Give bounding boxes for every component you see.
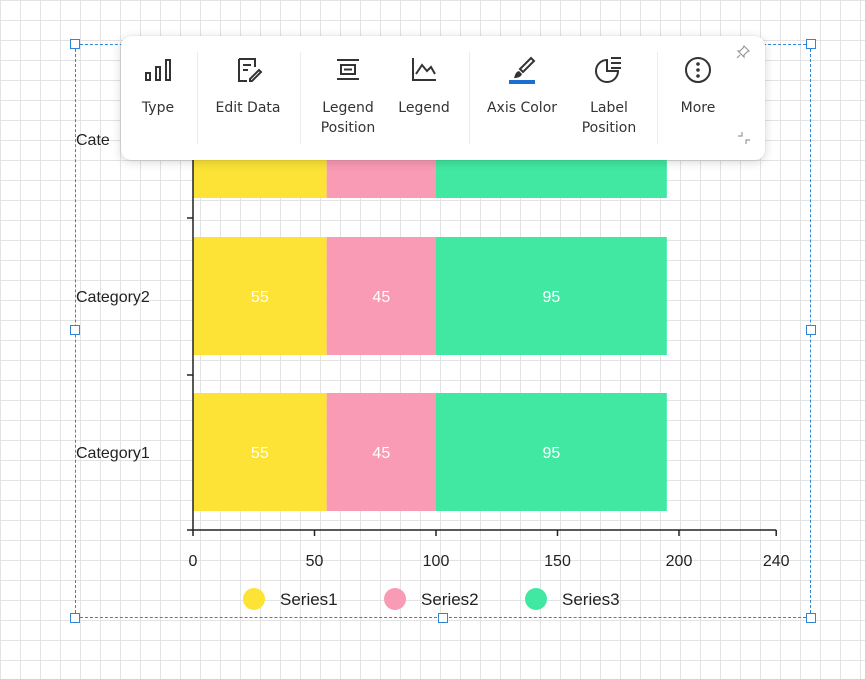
edit-data-icon <box>205 54 291 86</box>
category-label: Cate <box>76 132 110 149</box>
legend-swatch-series1 <box>243 588 265 610</box>
type-label: Type <box>141 100 175 116</box>
toolbar-divider <box>657 52 658 144</box>
bar-chart-icon <box>129 54 187 86</box>
axis-color-button[interactable]: Axis Color <box>477 54 567 118</box>
edit-data-label: Edit Data <box>215 100 281 116</box>
resize-handle-bottom-center[interactable] <box>438 613 448 623</box>
legend-label: Legend <box>398 100 450 116</box>
resize-handle-top-right[interactable] <box>806 39 816 49</box>
legend-position-label-line-2: Position <box>320 120 376 136</box>
legend-swatch-series2 <box>384 588 406 610</box>
data-label: 45 <box>372 289 390 306</box>
more-icon <box>667 54 729 86</box>
toolbar-divider <box>300 52 301 144</box>
value-axis-tick-label: 240 <box>763 553 790 570</box>
label-position-label-line-2: Position <box>581 120 637 136</box>
resize-handle-bottom-left[interactable] <box>70 613 80 623</box>
legend-button[interactable]: Legend <box>389 54 459 118</box>
legend-position-icon <box>309 54 387 86</box>
pin-icon[interactable] <box>735 44 751 65</box>
legend-label-series3: Series3 <box>562 590 620 609</box>
resize-handle-bottom-right[interactable] <box>806 613 816 623</box>
line-chart-icon <box>389 54 459 86</box>
paint-brush-icon <box>477 54 567 86</box>
legend-label-series1: Series1 <box>280 590 338 609</box>
toolbar-divider <box>469 52 470 144</box>
chart-type-button[interactable]: Type <box>129 54 187 118</box>
data-label: 55 <box>251 445 269 462</box>
legend-position-button[interactable]: Legend Position <box>309 54 387 138</box>
legend-label-series2: Series2 <box>421 590 479 609</box>
axis-color-label: Axis Color <box>486 100 558 116</box>
legend-position-label-line-1: Legend <box>322 100 374 116</box>
data-label: 45 <box>372 445 390 462</box>
data-label: 55 <box>251 289 269 306</box>
data-label: 95 <box>543 445 561 462</box>
legend-swatch-series3 <box>525 588 547 610</box>
collapse-icon[interactable] <box>737 131 751 150</box>
resize-handle-middle-right[interactable] <box>806 325 816 335</box>
value-axis-tick-label: 50 <box>306 553 324 570</box>
more-label: More <box>680 100 716 116</box>
category-label: Category2 <box>76 289 150 306</box>
chart-floating-toolbar: Type Edit Data Legend Position Legend Ax… <box>121 36 765 160</box>
label-position-label-line-1: Label <box>590 100 628 116</box>
value-axis-tick-label: 200 <box>666 553 693 570</box>
value-axis-tick-label: 150 <box>544 553 571 570</box>
more-button[interactable]: More <box>667 54 729 118</box>
category-label: Category1 <box>76 445 150 462</box>
resize-handle-top-left[interactable] <box>70 39 80 49</box>
label-position-button[interactable]: Label Position <box>569 54 649 138</box>
data-label: 95 <box>543 289 561 306</box>
value-axis-tick-label: 0 <box>189 553 198 570</box>
value-axis-tick-label: 100 <box>423 553 450 570</box>
edit-data-button[interactable]: Edit Data <box>205 54 291 118</box>
pie-chart-icon <box>569 54 649 86</box>
resize-handle-middle-left[interactable] <box>70 325 80 335</box>
toolbar-divider <box>197 52 198 144</box>
